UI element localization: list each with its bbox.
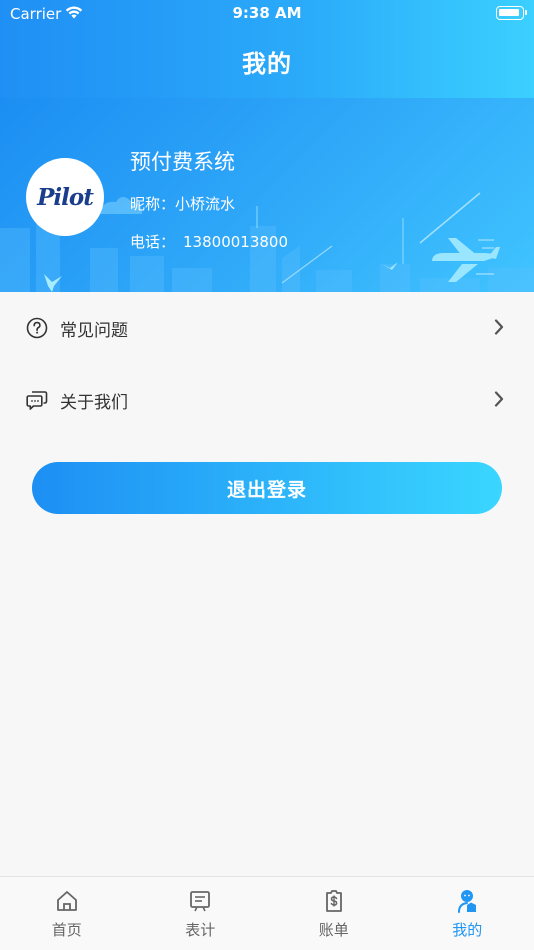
page-title: 我的	[242, 50, 292, 78]
tab-bill[interactable]: 账单	[267, 877, 401, 950]
question-circle-icon	[26, 317, 48, 339]
tab-label: 表计	[185, 921, 216, 939]
bill-icon	[325, 890, 342, 912]
menu-item-faq[interactable]: 常见问题	[0, 292, 534, 364]
battery-icon	[496, 6, 527, 20]
tab-label: 我的	[452, 921, 483, 939]
avatar[interactable]: Pilot	[26, 158, 104, 236]
tab-label: 账单	[318, 921, 349, 939]
menu-item-about[interactable]: 关于我们	[0, 364, 534, 436]
nickname-label: 昵称：	[130, 195, 176, 213]
menu-item-label: 关于我们	[60, 392, 128, 413]
settings-menu: 常见问题 关于我们	[0, 292, 534, 436]
chevron-right-icon	[494, 319, 504, 339]
tab-meter[interactable]: 表计	[134, 877, 268, 950]
menu-item-label: 常见问题	[60, 320, 128, 341]
status-bar: Carrier 9:38 AM	[0, 0, 534, 28]
nickname-value: 小桥流水	[175, 195, 236, 213]
avatar-logo-text: Pilot	[37, 183, 94, 211]
tab-mine[interactable]: 我的	[401, 877, 534, 950]
phone-label: 电话：	[130, 233, 176, 251]
tab-label: 首页	[51, 921, 82, 939]
chevron-right-icon	[494, 391, 504, 411]
meter-icon	[190, 891, 211, 912]
nav-header: Carrier 9:38 AM 我的	[0, 0, 534, 98]
phone-value: 13800013800	[183, 233, 288, 251]
phone-row: 电话： 13800013800	[130, 231, 288, 252]
chat-bubbles-icon	[26, 389, 48, 411]
home-icon	[56, 891, 77, 911]
user-icon	[458, 890, 477, 913]
logout-button[interactable]: 退出登录	[32, 462, 502, 514]
profile-banner: Pilot 预付费系统 昵称：小桥流水 电话： 13800013800	[0, 98, 534, 292]
nickname-row: 昵称：小桥流水	[130, 193, 235, 214]
tab-home[interactable]: 首页	[0, 877, 134, 950]
system-name: 预付费系统	[130, 150, 235, 174]
tab-bar: 首页 表计 账单 我的	[0, 876, 534, 950]
clock: 9:38 AM	[232, 4, 302, 22]
